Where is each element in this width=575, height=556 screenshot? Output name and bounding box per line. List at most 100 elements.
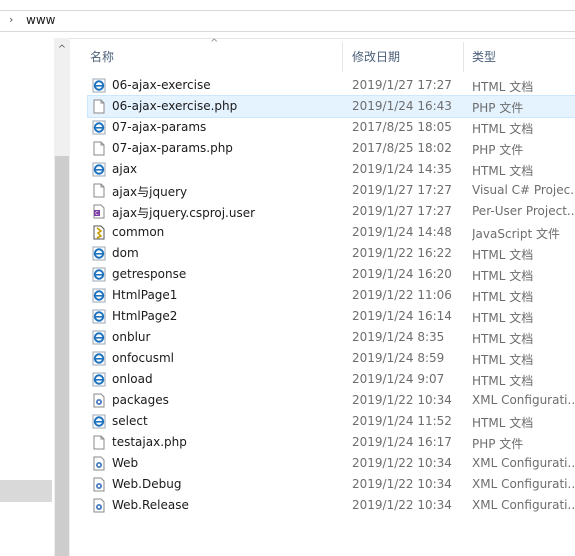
- file-date: 2019/1/24 16:43: [352, 99, 452, 113]
- scrollbar-thumb[interactable]: [55, 156, 69, 556]
- file-row[interactable]: 07-ajax-params.php 2017/8/25 18:02 PHP 文件: [88, 138, 575, 159]
- ie-html-icon: [92, 162, 106, 177]
- file-type: HTML 文档: [472, 164, 534, 178]
- breadcrumb-path[interactable]: www: [26, 13, 55, 27]
- file-row[interactable]: common 2019/1/24 14:48 JavaScript 文件: [88, 222, 575, 243]
- scroll-up-arrow-icon[interactable]: ^: [54, 42, 70, 58]
- file-name: HtmlPage1: [112, 288, 178, 302]
- file-type: PHP 文件: [472, 437, 524, 451]
- file-name: HtmlPage2: [112, 309, 178, 323]
- file-type: HTML 文档: [472, 248, 534, 262]
- file-row[interactable]: packages 2019/1/22 10:34 XML Configurati..…: [88, 390, 575, 411]
- blank-file-icon: [92, 99, 106, 114]
- ie-html-icon: [92, 309, 106, 324]
- file-row[interactable]: onblur 2019/1/24 8:35 HTML 文档: [88, 327, 575, 348]
- file-name: 07-ajax-params: [112, 120, 207, 134]
- nav-scrollbar[interactable]: ^: [54, 38, 70, 556]
- file-type: HTML 文档: [472, 374, 534, 388]
- file-list: 06-ajax-exercise 2019/1/27 17:27 HTML 文档 06…: [87, 75, 575, 516]
- xml-config-icon: [92, 477, 106, 492]
- column-date-header[interactable]: 修改日期: [352, 48, 400, 65]
- file-type: Visual C# Projec...: [472, 183, 575, 197]
- file-name: 06-ajax-exercise: [112, 78, 211, 92]
- file-row[interactable]: ajax 2019/1/24 14:35 HTML 文档: [88, 159, 575, 180]
- file-name: onload: [112, 372, 153, 386]
- ie-html-icon: [92, 330, 106, 345]
- address-box[interactable]: [0, 10, 575, 32]
- file-row[interactable]: getresponse 2019/1/24 16:20 HTML 文档: [88, 264, 575, 285]
- blank-file-icon: [92, 435, 106, 450]
- file-row[interactable]: Web.Debug 2019/1/22 10:34 XML Configurati.…: [88, 474, 575, 495]
- file-date: 2019/1/22 10:34: [352, 456, 452, 470]
- file-row[interactable]: HtmlPage2 2019/1/24 16:14 HTML 文档: [88, 306, 575, 327]
- ie-html-icon: [92, 414, 106, 429]
- column-header: ^ 名称 修改日期 类型: [80, 38, 575, 74]
- column-divider[interactable]: [463, 42, 464, 72]
- file-name: 06-ajax-exercise.php: [112, 99, 238, 113]
- column-name-header[interactable]: 名称: [90, 48, 114, 65]
- ie-html-icon: [92, 351, 106, 366]
- file-type: XML Configurati...: [472, 393, 575, 407]
- file-type: XML Configurati...: [472, 477, 575, 491]
- file-name: onblur: [112, 330, 151, 344]
- file-date: 2019/1/24 16:20: [352, 267, 452, 281]
- xml-config-icon: [92, 456, 106, 471]
- file-type: PHP 文件: [472, 101, 524, 115]
- file-date: 2019/1/22 10:34: [352, 477, 452, 491]
- ie-html-icon: [92, 246, 106, 261]
- file-row[interactable]: ajax与jquery 2019/1/27 17:27 Visual C# Proj…: [88, 180, 575, 201]
- blank-file-icon: [92, 141, 106, 156]
- file-name: testajax.php: [112, 435, 187, 449]
- file-date: 2019/1/24 8:59: [352, 351, 445, 365]
- column-type-header[interactable]: 类型: [472, 48, 496, 65]
- file-type: JavaScript 文件: [472, 227, 560, 241]
- javascript-file-icon: [92, 225, 106, 240]
- file-type: Per-User Project...: [472, 204, 575, 218]
- file-type: HTML 文档: [472, 290, 534, 304]
- ie-html-icon: [92, 78, 106, 93]
- file-row[interactable]: 06-ajax-exercise 2019/1/27 17:27 HTML 文档: [88, 75, 575, 96]
- file-name: 07-ajax-params.php: [112, 141, 233, 155]
- file-row[interactable]: HtmlPage1 2019/1/22 11:06 HTML 文档: [88, 285, 575, 306]
- file-row[interactable]: Cajax与jquery.csproj.user 2019/1/27 17:27 P…: [88, 201, 575, 222]
- file-date: 2017/8/25 18:05: [352, 120, 452, 134]
- file-row[interactable]: Web.Release 2019/1/22 10:34 XML Configurat…: [88, 495, 575, 516]
- file-name: ajax与jquery.csproj.user: [112, 206, 256, 220]
- csproj-user-icon: C: [92, 204, 106, 219]
- file-date: 2019/1/24 14:35: [352, 162, 452, 176]
- file-name: onfocusml: [112, 351, 174, 365]
- file-row[interactable]: onfocusml 2019/1/24 8:59 HTML 文档: [88, 348, 575, 369]
- svg-text:C: C: [95, 211, 99, 217]
- file-type: PHP 文件: [472, 143, 524, 157]
- file-row[interactable]: 06-ajax-exercise.php 2019/1/24 16:43 PHP 文…: [87, 95, 575, 118]
- ie-html-icon: [92, 267, 106, 282]
- file-date: 2019/1/27 17:27: [352, 183, 452, 197]
- file-date: 2019/1/24 16:14: [352, 309, 452, 323]
- file-type: HTML 文档: [472, 311, 534, 325]
- file-row[interactable]: Web 2019/1/22 10:34 XML Configurati...: [88, 453, 575, 474]
- file-type: XML Configurati...: [472, 456, 575, 470]
- xml-config-icon: [92, 393, 106, 408]
- file-row[interactable]: select 2019/1/24 11:52 HTML 文档: [88, 411, 575, 432]
- breadcrumb-chevron-icon[interactable]: ›: [9, 13, 13, 26]
- file-name: Web.Release: [112, 498, 189, 512]
- ie-html-icon: [92, 288, 106, 303]
- blank-file-icon: [92, 183, 106, 198]
- file-name: dom: [112, 246, 139, 260]
- file-row[interactable]: dom 2019/1/22 16:22 HTML 文档: [88, 243, 575, 264]
- file-date: 2019/1/24 14:48: [352, 225, 452, 239]
- file-date: 2019/1/24 9:07: [352, 372, 445, 386]
- file-row[interactable]: onload 2019/1/24 9:07 HTML 文档: [88, 369, 575, 390]
- file-date: 2019/1/24 8:35: [352, 330, 445, 344]
- file-row[interactable]: 07-ajax-params 2017/8/25 18:05 HTML 文档: [88, 117, 575, 138]
- file-row[interactable]: testajax.php 2019/1/24 16:17 PHP 文件: [88, 432, 575, 453]
- file-name: Web: [112, 456, 139, 470]
- file-date: 2019/1/27 17:27: [352, 204, 452, 218]
- column-divider[interactable]: [342, 42, 343, 72]
- file-type: HTML 文档: [472, 332, 534, 346]
- file-date: 2019/1/22 16:22: [352, 246, 452, 260]
- file-name: getresponse: [112, 267, 187, 281]
- file-type: HTML 文档: [472, 416, 534, 430]
- xml-config-icon: [92, 498, 106, 513]
- nav-selected-item[interactable]: [0, 480, 52, 502]
